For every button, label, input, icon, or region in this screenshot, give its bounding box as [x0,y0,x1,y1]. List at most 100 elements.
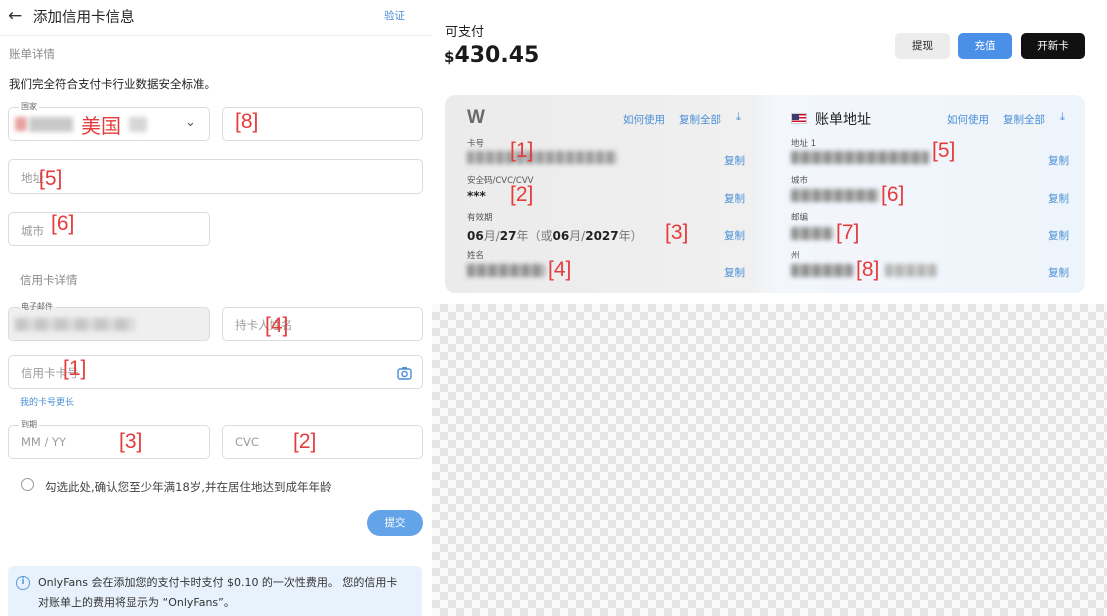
card-number-marker: [1] [63,357,87,380]
available-balance: $430.45 [444,43,539,68]
expiry-value: 06月/27年（或06月/2027年） [467,227,643,244]
new-card-button[interactable]: 开新卡 [1021,33,1085,59]
blurred-address1 [791,151,929,164]
country-label: 国家 [19,102,39,112]
info-icon: i [16,576,30,590]
copy-city-button[interactable]: 复制 [1048,191,1069,206]
card-section-title: 信用卡详情 [20,273,78,287]
email-field: 电子邮件 [8,302,210,341]
city-placeholder: 城市 [21,224,44,238]
exp-month-unit-b: 月/ [569,229,586,243]
expiry-label: 到期 [19,420,39,430]
city-label: 城市 [791,176,809,186]
exp-year-unit-open: 年（或 [516,229,553,243]
billing-section-title: 账单详情 [9,47,55,61]
copy-name-button[interactable]: 复制 [724,265,745,280]
address1-marker: [5] [932,139,956,162]
verify-link[interactable]: 验证 [384,8,405,23]
card-copy-all-link[interactable]: 复制全部 [679,112,721,127]
blurred-country-text-2 [129,117,147,132]
email-label: 电子邮件 [19,302,55,312]
cvc-input[interactable]: CVC [2] [222,425,423,459]
transparent-background [432,304,1107,616]
zip-label: 邮编 [791,213,809,223]
exp-month-unit: 月/ [483,229,500,243]
card-number-input[interactable]: 信用卡卡号 [1] [8,355,423,389]
blurred-cardholder-name [467,264,545,277]
page-title: 添加信用卡信息 [33,10,135,26]
exp-year-full: 2027 [585,229,619,243]
form-header: ← 添加信用卡信息 验证 [0,0,432,36]
virtual-card-panel: 可支付 $430.45 提现 充值 开新卡 W 如何使用 复制全部 ⤓ 卡号 [… [432,0,1107,616]
longer-card-number-link[interactable]: 我的卡号更长 [20,395,74,408]
recharge-button[interactable]: 充值 [958,33,1012,59]
state-field[interactable]: [8] [222,107,423,141]
download-icon[interactable]: ⤓ [1060,110,1065,124]
card-how-to-use-link[interactable]: 如何使用 [623,112,665,127]
chevron-down-icon: ⌄ [185,115,196,130]
copy-expiry-button[interactable]: 复制 [724,228,745,243]
fee-info-box: i OnlyFans 会在添加您的支付卡时支付 $0.10 的一次性费用。 您的… [8,566,422,616]
available-label: 可支付 [445,25,485,40]
cvv-marker: [2] [510,183,534,206]
expiry-input[interactable]: 到期 MM / YY [3] [8,420,210,459]
currency-symbol: $ [444,48,455,66]
fee-info-line-1: OnlyFans 会在添加您的支付卡时支付 $0.10 的一次性费用。 您的信用… [38,576,398,589]
city-marker: [6] [51,212,75,235]
copy-state-button[interactable]: 复制 [1048,265,1069,280]
balance-amount: 430.45 [454,43,540,68]
blurred-email [15,318,135,331]
copy-zip-button[interactable]: 复制 [1048,228,1069,243]
exp-month: 06 [467,229,484,243]
blurred-state-2 [885,264,937,277]
arrow-left-icon[interactable]: ← [8,6,22,26]
copy-card-number-button[interactable]: 复制 [724,153,745,168]
city-marker: [6] [881,183,905,206]
state-label: 州 [791,251,800,261]
address-how-to-use-link[interactable]: 如何使用 [947,112,989,127]
blurred-zip [791,227,833,240]
age-confirm-radio[interactable] [21,478,34,491]
address-input[interactable]: 地址 [5] [8,159,423,194]
city-input[interactable]: 城市 [6] [8,212,210,246]
submit-button[interactable]: 提交 [367,510,423,536]
expiry-label: 有效期 [467,213,493,223]
card-number-marker: [1] [510,139,534,162]
exp-month-b: 06 [552,229,570,243]
download-icon[interactable]: ⤓ [736,110,741,124]
cardholder-name-label: 姓名 [467,251,485,261]
fee-info-line-2: 对账单上的费用将显示为 “OnlyFans”。 [38,596,235,609]
cardholder-name-marker: [4] [548,258,572,281]
copy-cvv-button[interactable]: 复制 [724,191,745,206]
billing-address-title: 账单地址 [815,112,871,128]
cardholder-name-input[interactable]: 持卡人姓名 [4] [222,307,423,341]
cardholder-marker: [4] [265,314,289,337]
zip-marker: [7] [836,221,860,244]
state-marker: [8] [856,258,880,281]
address1-label: 地址 1 [791,139,817,149]
card-number-label: 卡号 [467,139,485,149]
withdraw-button[interactable]: 提现 [895,33,950,59]
copy-address1-button[interactable]: 复制 [1048,153,1069,168]
blurred-flag [15,117,27,131]
cvc-marker: [2] [293,430,317,453]
blurred-country-text [29,117,73,132]
camera-icon[interactable] [397,365,412,380]
address-marker: [5] [39,167,63,190]
expiry-marker: [3] [119,430,143,453]
card-info-panel: W 如何使用 复制全部 ⤓ 卡号 [1] 复制 安全码/CVC/CVV *** … [445,95,1085,293]
expiry-marker: [3] [665,221,689,244]
security-statement: 我们完全符合支付卡行业数据安全标准。 [9,77,216,91]
add-card-form-panel: ← 添加信用卡信息 验证 账单详情 我们完全符合支付卡行业数据安全标准。 国家 … [0,0,432,616]
country-value-annotation: 美国 [81,116,121,138]
us-flag-icon [791,113,807,124]
exp-year-short: 27 [499,229,517,243]
cvv-value: *** [467,189,486,203]
cvc-placeholder: CVC [235,435,259,449]
age-confirm-text: 勾选此处,确认您至少年满18岁,并在居住地达到成年年龄 [45,480,332,494]
blurred-card-number [467,151,617,164]
country-select[interactable]: 国家 美国 ⌄ [8,102,210,141]
expiry-placeholder: MM / YY [21,435,67,449]
address-copy-all-link[interactable]: 复制全部 [1003,112,1045,127]
blurred-state [791,264,853,277]
